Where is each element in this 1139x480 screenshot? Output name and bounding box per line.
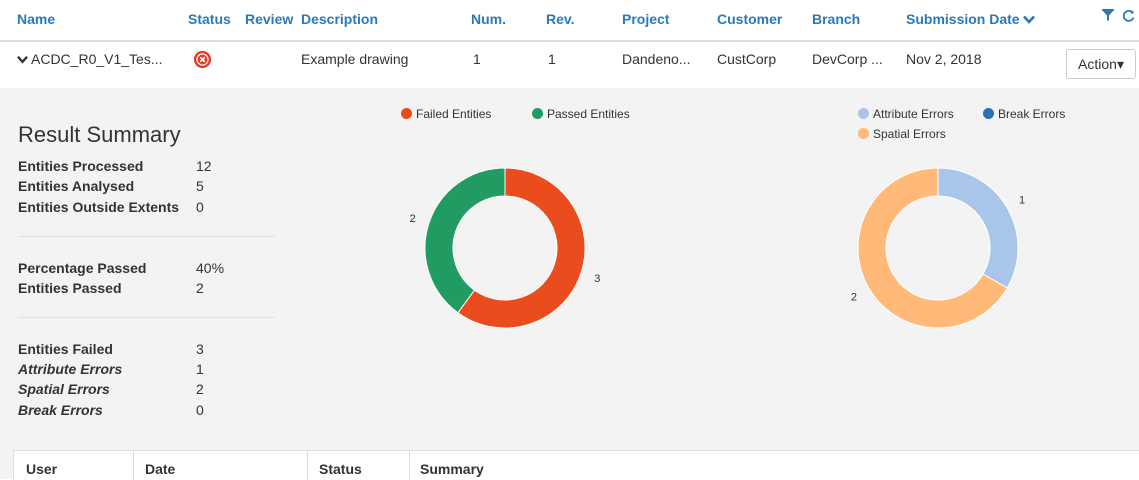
table-row[interactable]: ACDC_R0_V1_Tes... Example drawing 1 1 Da… <box>0 42 1139 89</box>
summary-value: 3 <box>196 341 204 357</box>
legend-swatch <box>401 108 412 119</box>
legend-item[interactable]: Failed Entities <box>401 107 491 121</box>
column-header-branch[interactable]: Branch <box>812 11 860 27</box>
history-column-summary[interactable]: Summary <box>420 461 484 477</box>
summary-value: 5 <box>196 178 204 194</box>
summary-label: Entities Processed <box>18 158 144 174</box>
donut-slice[interactable] <box>424 167 506 314</box>
legend-label: Passed Entities <box>547 107 630 121</box>
divider <box>409 451 410 480</box>
summary-label: Break Errors <box>18 402 103 418</box>
table-header: Name Status Review Description Num. Rev.… <box>0 0 1139 42</box>
refresh-icon[interactable] <box>1122 9 1135 25</box>
row-name-cell[interactable]: ACDC_R0_V1_Tes... <box>17 51 167 67</box>
failed-passed-donut-chart: 32 <box>410 167 600 329</box>
result-summary-title: Result Summary <box>18 122 181 147</box>
legend-item[interactable]: Attribute Errors <box>858 107 954 121</box>
divider <box>307 451 308 480</box>
summary-label: Percentage Passed <box>18 260 147 276</box>
row-branch: DevCorp ... <box>812 51 883 67</box>
history-column-user[interactable]: User <box>26 461 57 477</box>
legend-swatch <box>858 128 869 139</box>
column-header-review[interactable]: Review <box>245 11 293 27</box>
summary-label: Entities Passed <box>18 280 122 296</box>
row-description: Example drawing <box>301 51 409 67</box>
filter-icon[interactable] <box>1102 9 1118 25</box>
row-submission-date: Nov 2, 2018 <box>906 51 982 67</box>
column-header-project[interactable]: Project <box>622 11 669 27</box>
column-header-submission-date[interactable]: Submission Date <box>906 11 1035 27</box>
summary-label: Entities Analysed <box>18 178 135 194</box>
row-rev: 1 <box>548 51 556 67</box>
legend-swatch <box>532 108 543 119</box>
donut-slice-label: 2 <box>851 292 857 304</box>
chevron-down-icon[interactable] <box>1022 13 1035 27</box>
column-header-status[interactable]: Status <box>188 11 231 27</box>
result-summary-panel: Result Summary Entities Processed 12 Ent… <box>0 88 1139 479</box>
column-header-name[interactable]: Name <box>17 11 55 27</box>
donut-slice-label: 3 <box>594 273 600 285</box>
column-header-submission-date-label: Submission Date <box>906 11 1020 27</box>
history-column-status[interactable]: Status <box>319 461 362 477</box>
divider <box>18 317 275 318</box>
history-table-header: User Date Status Summary <box>13 450 1139 480</box>
summary-value: 0 <box>196 199 204 215</box>
column-header-rev[interactable]: Rev. <box>546 11 575 27</box>
row-num: 1 <box>473 51 481 67</box>
legend-swatch <box>983 108 994 119</box>
divider <box>133 451 134 480</box>
summary-label: Entities Outside Extents <box>18 199 180 215</box>
legend-swatch <box>858 108 869 119</box>
row-name: ACDC_R0_V1_Tes... <box>31 51 163 67</box>
summary-value: 12 <box>196 158 212 174</box>
chevron-down-icon[interactable] <box>17 51 28 67</box>
legend-label: Attribute Errors <box>873 107 954 121</box>
donut-slice-label: 2 <box>410 213 416 225</box>
row-customer: CustCorp <box>717 51 777 67</box>
legend-label: Break Errors <box>998 107 1066 121</box>
summary-label: Attribute Errors <box>18 361 123 377</box>
row-project: Dandeno... <box>622 51 691 67</box>
summary-value: 0 <box>196 402 204 418</box>
summary-value: 2 <box>196 381 204 397</box>
donut-slice-label: 1 <box>1019 195 1025 207</box>
legend-item[interactable]: Break Errors <box>983 107 1065 121</box>
legend-item[interactable]: Spatial Errors <box>858 127 946 141</box>
legend-label: Failed Entities <box>416 107 492 121</box>
summary-value: 40% <box>196 260 225 276</box>
legend-item[interactable]: Passed Entities <box>532 107 630 121</box>
column-header-customer[interactable]: Customer <box>717 11 782 27</box>
summary-label: Entities Failed <box>18 341 113 357</box>
donut-slice[interactable] <box>937 167 1019 289</box>
column-header-num[interactable]: Num. <box>471 11 506 27</box>
summary-value: 1 <box>196 361 204 377</box>
column-header-description[interactable]: Description <box>301 11 378 27</box>
error-circle-icon <box>194 51 211 68</box>
divider <box>18 236 275 237</box>
summary-label: Spatial Errors <box>18 381 110 397</box>
history-column-date[interactable]: Date <box>145 461 175 477</box>
legend-label: Spatial Errors <box>873 127 946 141</box>
summary-value: 2 <box>196 280 204 296</box>
action-button[interactable]: Action▾ <box>1066 49 1136 79</box>
error-breakdown-donut-chart: 12 <box>851 167 1025 329</box>
